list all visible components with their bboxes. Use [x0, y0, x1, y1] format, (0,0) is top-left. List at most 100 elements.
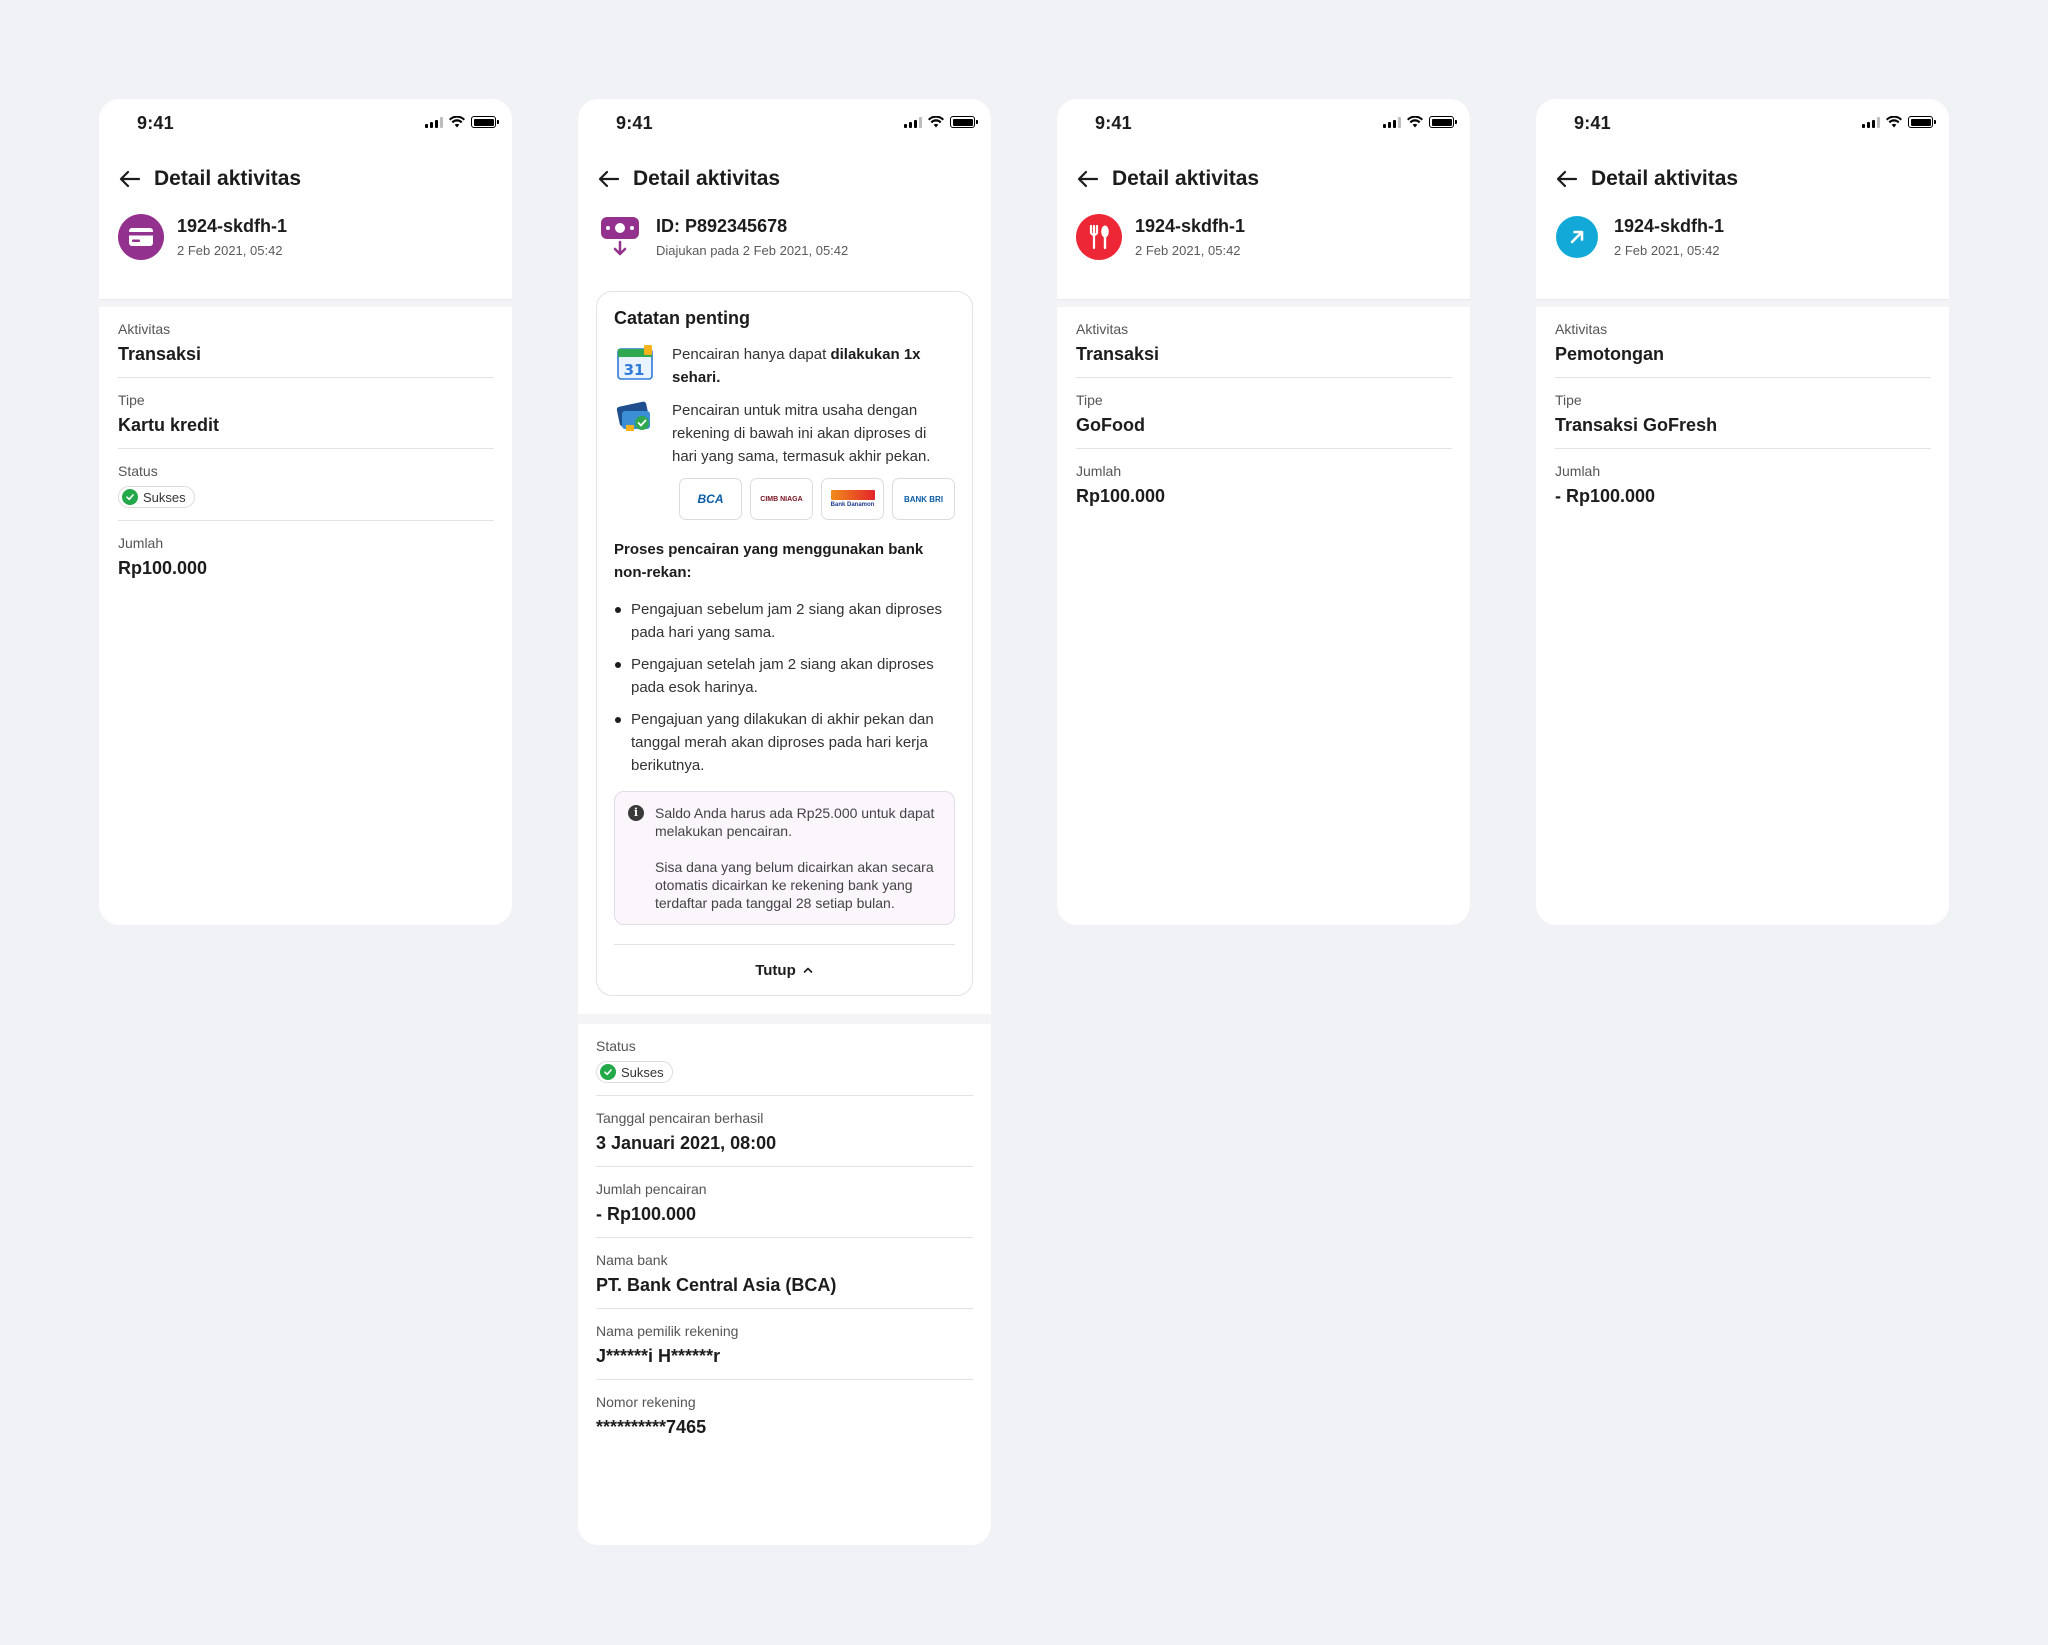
notes-title: Catatan penting [614, 308, 751, 328]
row-label: Jumlah [118, 535, 164, 551]
arrow-up-right-icon [1556, 216, 1598, 258]
detail-list: Aktivitas Transaksi Tipe Kartu kredit St… [99, 307, 512, 591]
bank-logo-text: Bank Danamon [830, 502, 875, 508]
row-label: Status [118, 463, 158, 479]
row-label: Tipe [1076, 392, 1103, 408]
row-value: GoFood [1076, 415, 1145, 435]
close-label: Tutup [755, 961, 796, 979]
detail-row-jumlah: Jumlah Rp100.000 [1076, 449, 1452, 519]
bank-logo-text: CIMB NIAGA [760, 495, 803, 503]
detail-row-tipe: Tipe Kartu kredit [118, 378, 494, 449]
wifi-icon [1407, 116, 1423, 128]
back-arrow-icon[interactable] [1554, 166, 1580, 192]
battery-icon [950, 116, 978, 128]
bank-logo-danamon: Bank Danamon [821, 478, 884, 520]
divider [1057, 299, 1470, 307]
detail-row-status: Status Sukses [596, 1024, 973, 1096]
calendar-icon: 31 [617, 345, 653, 380]
status-time: 9:41 [1574, 113, 1611, 133]
bank-logo-bri: BANK BRI [892, 478, 955, 520]
partner-bank-logos: BCA CIMB NIAGA Bank Danamon BANK BRI [614, 478, 955, 520]
detail-row-aktivitas: Aktivitas Pemotongan [1555, 307, 1931, 378]
battery-icon [471, 116, 499, 128]
detail-row-aktivitas: Aktivitas Transaksi [1076, 307, 1452, 378]
note-once-a-day: 31 Pencairan hanya dapat dilakukan 1x se… [614, 343, 955, 389]
divider [1536, 299, 1949, 307]
credit-card-icon [118, 214, 164, 260]
status-time: 9:41 [616, 113, 653, 133]
info-icon: i [628, 805, 644, 821]
page-title: Detail aktivitas [1112, 167, 1260, 190]
detail-row-tanggal: Tanggal pencairan berhasil 3 Januari 202… [596, 1096, 973, 1167]
check-icon [600, 1064, 616, 1080]
fork-spoon-icon [1076, 214, 1122, 260]
detail-row-tipe: Tipe Transaksi GoFresh [1555, 378, 1931, 449]
activity-detail-screen-gofood: 9:41 Detail aktivitas 1924-skdfh-1 2 Feb… [1057, 99, 1470, 925]
divider [99, 299, 512, 307]
non-partner-title: Proses pencairan yang menggunakan bank n… [614, 541, 924, 581]
battery-icon [1429, 116, 1457, 128]
detail-row-status: Status Sukses [118, 449, 494, 521]
row-label: Tipe [1555, 392, 1582, 408]
status-bar: 9:41 [578, 99, 991, 151]
detail-row-bank: Nama bank PT. Bank Central Asia (BCA) [596, 1238, 973, 1309]
row-label: Aktivitas [118, 321, 171, 337]
back-arrow-icon[interactable] [596, 166, 622, 192]
row-label: Nama pemilik rekening [596, 1323, 739, 1339]
bank-card-icon [616, 401, 650, 431]
list-item: Pengajuan sebelum jam 2 siang akan dipro… [614, 598, 955, 644]
back-arrow-icon[interactable] [1075, 166, 1101, 192]
note-text: Pencairan untuk mitra usaha dengan reken… [672, 402, 931, 465]
activity-date: 2 Feb 2021, 05:42 [1614, 243, 1720, 258]
detail-row-tipe: Tipe GoFood [1076, 378, 1452, 449]
status-text: Sukses [621, 1064, 664, 1080]
detail-row-jumlah: Jumlah Rp100.000 [118, 521, 494, 591]
activity-date: 2 Feb 2021, 05:42 [1135, 243, 1241, 258]
close-notes-button[interactable]: Tutup [614, 945, 955, 995]
row-value: Pemotongan [1555, 344, 1665, 364]
row-value: Transaksi [118, 344, 202, 364]
chevron-up-icon [803, 967, 813, 973]
submitted-date: Diajukan pada 2 Feb 2021, 05:42 [656, 243, 849, 258]
page-title: Detail aktivitas [633, 167, 781, 190]
page-title: Detail aktivitas [1591, 167, 1739, 190]
detail-row-jumlah: Jumlah - Rp100.000 [1555, 449, 1931, 519]
activity-header: 1924-skdfh-1 2 Feb 2021, 05:42 [99, 207, 512, 299]
status-bar: 9:41 [99, 99, 512, 151]
withdrawal-id: ID: P892345678 [656, 216, 788, 236]
note-text: Pencairan hanya dapat dilakukan 1x sehar… [672, 343, 955, 389]
row-label: Tanggal pencairan berhasil [596, 1110, 764, 1126]
activity-detail-screen-withdrawal: 9:41 Detail aktivitas ID: P892345678 Dia… [578, 99, 991, 1545]
bank-logo-text: BCA [697, 492, 724, 506]
row-label: Aktivitas [1555, 321, 1608, 337]
page-title: Detail aktivitas [154, 167, 302, 190]
row-label: Nama bank [596, 1252, 668, 1268]
activity-header: 1924-skdfh-1 2 Feb 2021, 05:42 [1536, 207, 1949, 299]
row-value: - Rp100.000 [1555, 486, 1656, 506]
row-value: 3 Januari 2021, 08:00 [596, 1133, 777, 1153]
signal-icon [904, 116, 922, 128]
status-text: Sukses [143, 489, 186, 505]
nav-bar: Detail aktivitas [578, 151, 991, 207]
nav-bar: Detail aktivitas [1057, 151, 1470, 207]
row-value: - Rp100.000 [596, 1204, 697, 1224]
detail-list: Status Sukses Tanggal pencairan berhasil… [578, 1024, 991, 1450]
detail-list: Aktivitas Transaksi Tipe GoFood Jumlah R… [1057, 307, 1470, 519]
status-time: 9:41 [1095, 113, 1132, 133]
bank-logo-cimb: CIMB NIAGA [750, 478, 813, 520]
activity-date: 2 Feb 2021, 05:42 [177, 243, 283, 258]
detail-row-nomor: Nomor rekening **********7465 [596, 1380, 973, 1450]
info-text: Saldo Anda harus ada Rp25.000 untuk dapa… [655, 805, 935, 839]
list-item: Pengajuan yang dilakukan di akhir pekan … [614, 708, 955, 777]
row-value: Kartu kredit [118, 415, 220, 435]
check-icon [122, 489, 138, 505]
activity-id: 1924-skdfh-1 [1614, 216, 1725, 236]
info-text: Sisa dana yang belum dicairkan akan seca… [655, 859, 934, 911]
important-notes-card: Catatan penting 31 Pencairan hanya dapat… [596, 291, 973, 996]
row-value: Rp100.000 [1076, 486, 1166, 506]
status-badge: Sukses [596, 1061, 673, 1083]
activity-detail-screen-credit-card: 9:41 Detail aktivitas 1924-skdfh-1 2 Feb… [99, 99, 512, 925]
row-label: Jumlah [1076, 463, 1122, 479]
back-arrow-icon[interactable] [117, 166, 143, 192]
activity-detail-screen-gofresh: 9:41 Detail aktivitas 1924-skdfh-1 2 Feb… [1536, 99, 1949, 925]
